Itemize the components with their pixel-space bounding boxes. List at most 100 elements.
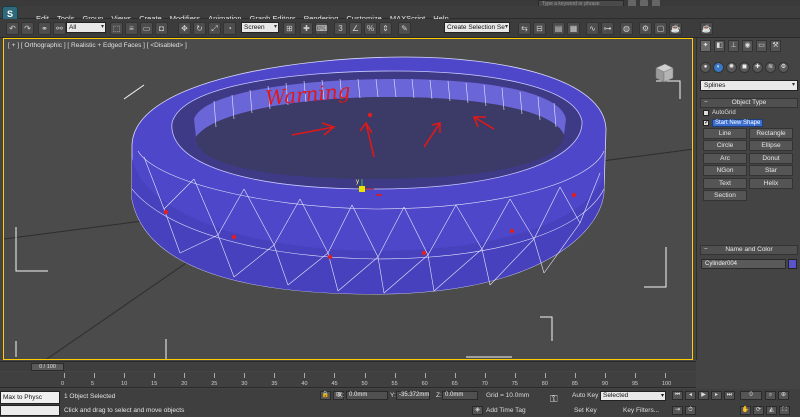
maxscript-output[interactable] xyxy=(0,405,60,416)
set-key-button[interactable]: Set Key xyxy=(574,406,597,415)
zoom-all-icon[interactable]: ⊕ xyxy=(778,391,789,400)
snap-toggle-icon[interactable]: 3 xyxy=(334,22,347,35)
percent-snap-icon[interactable]: % xyxy=(364,22,377,35)
shape-button-arc[interactable]: Arc xyxy=(703,152,747,164)
render-production-icon[interactable]: ☕ xyxy=(669,22,682,35)
name-color-rollout[interactable]: − Name and Color xyxy=(700,245,798,255)
undo-icon[interactable]: ↶ xyxy=(6,22,19,35)
next-frame-icon[interactable]: ▸ xyxy=(711,391,722,400)
shape-button-helix[interactable]: Helix xyxy=(749,177,793,189)
rotate-icon[interactable]: ↻ xyxy=(193,22,206,35)
previous-frame-icon[interactable]: ◂ xyxy=(685,391,696,400)
select-manipulate-icon[interactable]: ✚ xyxy=(300,22,313,35)
spacewarps-icon[interactable]: ≋ xyxy=(765,62,776,73)
lock-selection-icon[interactable]: 🔒 xyxy=(320,391,331,400)
material-editor-icon[interactable]: ◍ xyxy=(620,22,633,35)
named-selection-dropdown[interactable]: Create Selection Se xyxy=(444,22,510,33)
object-color-swatch[interactable] xyxy=(788,259,797,269)
object-type-rollout[interactable]: − Object Type xyxy=(700,98,798,108)
key-icon[interactable]: ⚿ xyxy=(550,395,558,405)
utilities-tab-icon[interactable]: ⚒ xyxy=(770,40,781,52)
shape-button-donut[interactable]: Donut xyxy=(749,152,793,164)
render-setup-icon[interactable]: ⚙ xyxy=(639,22,652,35)
time-slider[interactable]: 0 / 100 xyxy=(0,361,696,371)
x-coordinate-field[interactable]: 0.0mm xyxy=(346,391,388,400)
systems-icon[interactable]: ⚙ xyxy=(778,62,789,73)
shape-button-rectangle[interactable]: Rectangle xyxy=(749,128,793,139)
angle-snap-icon[interactable]: ∠ xyxy=(349,22,362,35)
teapot-render-icon[interactable]: ☕ xyxy=(700,22,713,35)
track-bar[interactable]: 0 5 10 15 20 25 30 35 40 45 50 55 60 65 70 75 80 85 90 95 10… xyxy=(0,372,696,388)
zoom-icon[interactable]: ⌕ xyxy=(765,391,776,400)
shape-button-section[interactable]: Section xyxy=(703,190,747,201)
play-icon[interactable]: ▶ xyxy=(698,391,709,400)
shape-button-star[interactable]: Star xyxy=(749,165,793,177)
go-to-start-icon[interactable]: ⏮ xyxy=(672,391,683,400)
shapes-icon[interactable]: ◐ xyxy=(713,62,724,73)
ring-object[interactable] xyxy=(131,56,607,295)
layer-manager-icon[interactable]: ▤ xyxy=(552,22,565,35)
key-mode-dropdown[interactable]: Selected xyxy=(600,391,666,401)
orbit-icon[interactable]: ⟳ xyxy=(753,406,764,415)
scale-icon[interactable]: ⤢ xyxy=(208,22,221,35)
current-frame-field[interactable]: 0 xyxy=(740,391,762,400)
pivot-center-icon[interactable]: ⊞ xyxy=(283,22,296,35)
create-tab-icon[interactable]: ✦ xyxy=(700,40,711,52)
curve-editor-icon[interactable]: ∿ xyxy=(586,22,599,35)
start-new-shape-row[interactable]: ✓ Start New Shape xyxy=(703,119,764,127)
shape-button-ellipse[interactable]: Ellipse xyxy=(749,140,793,152)
y-coordinate-field[interactable]: -35.372mm xyxy=(396,391,430,400)
modify-tab-icon[interactable]: ◧ xyxy=(714,40,725,52)
cameras-icon[interactable]: ◼ xyxy=(739,62,750,73)
unlink-icon[interactable]: ⚯ xyxy=(53,22,66,35)
hierarchy-tab-icon[interactable]: ⊥ xyxy=(728,40,739,52)
spinner-snap-icon[interactable]: ⇕ xyxy=(379,22,392,35)
edit-named-selection-icon[interactable]: ✎ xyxy=(398,22,411,35)
time-slider-thumb[interactable]: 0 / 100 xyxy=(31,363,64,371)
fov-icon[interactable]: ◭ xyxy=(766,406,777,415)
go-to-end-icon[interactable]: ⏭ xyxy=(724,391,735,400)
mirror-icon[interactable]: ⇆ xyxy=(518,22,531,35)
rendered-frame-icon[interactable]: ▢ xyxy=(654,22,667,35)
autogrid-checkbox[interactable] xyxy=(703,110,709,116)
select-link-icon[interactable]: ⚭ xyxy=(38,22,51,35)
shape-button-ngon[interactable]: NGon xyxy=(703,165,747,177)
helpers-icon[interactable]: ✚ xyxy=(752,62,763,73)
redo-icon[interactable]: ↷ xyxy=(21,22,34,35)
time-tag-icon[interactable]: ◈ xyxy=(472,406,483,415)
time-config-icon[interactable]: ⏱ xyxy=(685,406,696,415)
z-coordinate-field[interactable]: 0.0mm xyxy=(442,391,478,400)
rect-selection-icon[interactable]: ▭ xyxy=(140,22,153,35)
schematic-view-icon[interactable]: ⊶ xyxy=(601,22,614,35)
add-time-tag[interactable]: Add Time Tag xyxy=(486,406,526,415)
autogrid-row[interactable]: AutoGrid xyxy=(703,110,736,116)
shape-button-line[interactable]: Line xyxy=(703,128,747,139)
geometry-icon[interactable]: ● xyxy=(700,62,711,73)
graphite-tools-icon[interactable]: ▦ xyxy=(567,22,580,35)
motion-tab-icon[interactable]: ◉ xyxy=(742,40,753,52)
maximize-viewport-icon[interactable]: ⛶ xyxy=(779,406,790,415)
window-crossing-icon[interactable]: ◘ xyxy=(155,22,168,35)
shape-button-text[interactable]: Text xyxy=(703,177,747,189)
object-category-dropdown[interactable]: Splines xyxy=(700,80,798,91)
move-icon[interactable]: ✥ xyxy=(178,22,191,35)
align-icon[interactable]: ⊟ xyxy=(533,22,546,35)
object-name-field[interactable]: Cylinder004 xyxy=(701,259,786,269)
pan-icon[interactable]: ✋ xyxy=(740,406,751,415)
auto-key-button[interactable]: Auto Key xyxy=(572,391,598,400)
perspective-viewport[interactable]: [ + ] [ Orthographic ] [ Realistic + Edg… xyxy=(3,38,693,360)
reference-coord-dropdown[interactable]: Screen xyxy=(241,22,279,33)
maxscript-listener-input[interactable]: Max to Physc xyxy=(0,391,60,404)
select-by-name-icon[interactable]: ≡ xyxy=(125,22,138,35)
select-object-icon[interactable]: ⬚ xyxy=(110,22,123,35)
selection-filter-dropdown[interactable]: All xyxy=(66,22,106,33)
shape-button-circle[interactable]: Circle xyxy=(703,140,747,152)
start-new-shape-checkbox[interactable]: ✓ xyxy=(703,120,709,126)
key-mode-toggle-icon[interactable]: ⇥ xyxy=(672,406,683,415)
select-place-icon[interactable]: ◔ xyxy=(223,22,236,35)
keyboard-shortcut-icon[interactable]: ⌨ xyxy=(315,22,328,35)
viewcube-icon[interactable] xyxy=(652,61,676,85)
display-tab-icon[interactable]: ▭ xyxy=(756,40,767,52)
lights-icon[interactable]: ✺ xyxy=(726,62,737,73)
key-filters-button[interactable]: Key Filters... xyxy=(623,406,659,415)
